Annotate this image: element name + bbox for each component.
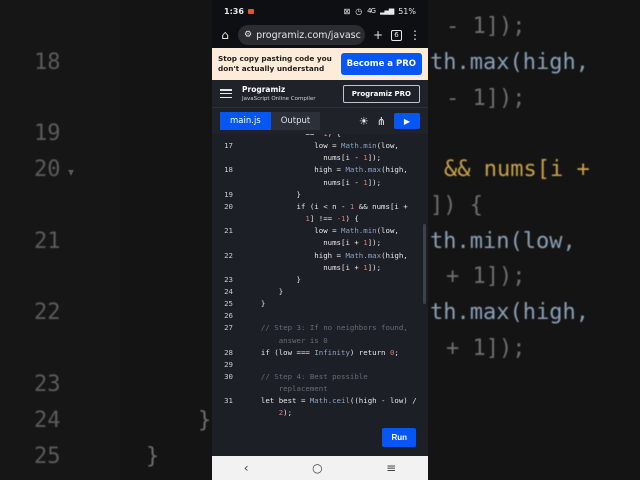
code-line: high = Math.max(high, bbox=[252, 250, 408, 260]
bg-line-number: 22 bbox=[34, 300, 61, 325]
status-right: ⊠ ◷ 4G ▂▄▆ 51% bbox=[343, 7, 416, 16]
address-bar[interactable]: ⚙ programiz.com/javasc bbox=[238, 25, 365, 45]
phone-screen: 1:36 ⊠ ◷ 4G ▂▄▆ 51% ⌂ ⚙ programiz.com/ja… bbox=[212, 0, 428, 480]
line-number: 19 bbox=[224, 189, 233, 199]
run-play-button[interactable]: ▶ bbox=[394, 113, 420, 129]
line-number: 18 bbox=[224, 165, 233, 175]
url-text: programiz.com/javasc bbox=[256, 29, 361, 41]
line-number: 29 bbox=[224, 359, 233, 369]
fold-chevron-icon: ▾ bbox=[68, 165, 75, 179]
promo-text: Stop copy pasting code you don't actuall… bbox=[218, 54, 332, 73]
line-number: 21 bbox=[224, 226, 233, 236]
site-header: Programiz JavaScript Online Compiler Pro… bbox=[212, 80, 428, 108]
bg-line-number: 23 bbox=[34, 372, 61, 397]
editor-tools: ☀ ⋔ ▶ bbox=[359, 113, 420, 129]
line-number: 17 bbox=[224, 141, 233, 151]
code-line: nums[i - 1]); bbox=[252, 153, 382, 163]
bg-code-fragment: + 1]); bbox=[446, 336, 526, 361]
bg-code-fragment: && nums[i + bbox=[444, 157, 590, 182]
bg-code-fragment: + 1]); bbox=[446, 264, 526, 289]
code-line: if (i < n - 1 && nums[i + bbox=[252, 201, 408, 211]
bg-code-fragment: ]) { bbox=[430, 193, 483, 218]
programiz-pro-button[interactable]: Programiz PRO bbox=[342, 84, 420, 103]
code-line: high = Math.max(high, bbox=[252, 165, 408, 175]
run-button[interactable]: Run bbox=[382, 428, 416, 447]
line-number: 26 bbox=[224, 311, 233, 321]
recording-icon bbox=[247, 8, 254, 14]
code-editor[interactable]: == -1) { 17 low = Math.min(low, nums[i - … bbox=[212, 134, 428, 456]
status-time: 1:36 bbox=[224, 6, 244, 16]
home-icon[interactable]: ⌂ bbox=[218, 28, 232, 42]
android-nav-bar: ‹ ○ ≡ bbox=[212, 456, 428, 480]
theme-toggle-icon[interactable]: ☀ bbox=[359, 115, 369, 128]
code-line: // Step 4: Best possible bbox=[252, 372, 368, 381]
bg-line-number: 21 bbox=[34, 229, 61, 254]
mute-icon: ⊠ bbox=[343, 6, 351, 16]
code-line: } bbox=[252, 274, 301, 284]
promo-banner: Stop copy pasting code you don't actuall… bbox=[212, 48, 428, 80]
line-number: 31 bbox=[224, 396, 233, 406]
code-line: // Step 3: If no neighbors found, bbox=[252, 323, 408, 333]
bg-line-number: 18 bbox=[34, 50, 61, 75]
bg-code-line: } bbox=[146, 444, 160, 469]
more-menu-icon[interactable]: ⋮ bbox=[408, 28, 422, 42]
bg-code-fragment: th.max(high, bbox=[430, 300, 589, 325]
alarm-icon: ◷ bbox=[355, 6, 363, 16]
tab-main-js[interactable]: main.js bbox=[220, 112, 271, 130]
line-number: 28 bbox=[224, 347, 233, 357]
status-bar: 1:36 ⊠ ◷ 4G ▂▄▆ 51% bbox=[212, 0, 428, 22]
code-line: low = Math.min(low, bbox=[252, 141, 399, 151]
editor-toolbar: main.js Output ☀ ⋔ ▶ bbox=[212, 108, 428, 134]
line-number: 27 bbox=[224, 323, 233, 333]
line-number: 20 bbox=[224, 201, 233, 211]
code-line: answer is 0 bbox=[252, 335, 328, 345]
editor-scrollbar[interactable] bbox=[423, 224, 426, 304]
code-line: } bbox=[252, 286, 284, 296]
code-line: low = Math.min(low, bbox=[252, 226, 399, 236]
network-label: 4G bbox=[367, 7, 376, 15]
code-line: let best = Math.ceil((high - low) / bbox=[252, 396, 417, 406]
code-line: nums[i + 1]); bbox=[252, 262, 382, 272]
bg-code-fragment: - 1]); bbox=[446, 14, 526, 39]
code-line: replacement bbox=[252, 384, 328, 394]
bg-code-line: } bbox=[198, 408, 212, 433]
site-settings-icon[interactable]: ⚙ bbox=[244, 30, 252, 40]
bg-line-number: 19 bbox=[34, 121, 61, 146]
line-number: 30 bbox=[224, 372, 233, 381]
line-number: 23 bbox=[224, 274, 233, 284]
battery-label: 51% bbox=[398, 6, 416, 16]
code-line: } bbox=[252, 189, 301, 199]
logo-block[interactable]: Programiz JavaScript Online Compiler bbox=[242, 85, 316, 102]
browser-toolbar: ⌂ ⚙ programiz.com/javasc + 6 ⋮ bbox=[212, 22, 428, 48]
code-line: 2); bbox=[278, 408, 293, 418]
line-number: 24 bbox=[224, 286, 233, 296]
line-number: 22 bbox=[224, 250, 233, 260]
bg-line-number: 20 bbox=[34, 157, 61, 182]
programiz-logo: Programiz bbox=[242, 85, 286, 94]
tab-switcher-button[interactable]: 6 bbox=[391, 29, 402, 41]
code-line: } bbox=[252, 299, 266, 309]
recents-icon[interactable]: ≡ bbox=[386, 461, 396, 475]
bg-code-fragment: th.max(high, bbox=[430, 50, 589, 75]
tab-output[interactable]: Output bbox=[270, 112, 321, 130]
code-line: nums[i + 1]); bbox=[252, 238, 382, 248]
bg-code-fragment: - 1]); bbox=[446, 86, 526, 111]
compiler-subtitle: JavaScript Online Compiler bbox=[242, 96, 316, 102]
back-icon[interactable]: ‹ bbox=[244, 461, 249, 475]
line-number: 25 bbox=[224, 299, 233, 309]
new-tab-icon[interactable]: + bbox=[371, 28, 385, 42]
bg-line-number: 24 bbox=[34, 408, 61, 433]
share-icon[interactable]: ⋔ bbox=[377, 115, 386, 128]
code-line: == -1) { bbox=[252, 134, 341, 138]
code-line: 1] !== -1) { bbox=[305, 214, 359, 224]
home-circle-icon[interactable]: ○ bbox=[312, 461, 322, 475]
code-line: nums[i - 1]); bbox=[252, 177, 382, 187]
code-line: if (low === Infinity) return 0; bbox=[252, 347, 399, 357]
signal-icon: ▂▄▆ bbox=[380, 7, 394, 15]
become-pro-button[interactable]: Become a PRO bbox=[340, 53, 422, 75]
hamburger-menu-icon[interactable] bbox=[220, 89, 232, 98]
bg-code-fragment: th.min(low, bbox=[430, 229, 576, 254]
bg-line-number: 25 bbox=[34, 444, 61, 469]
